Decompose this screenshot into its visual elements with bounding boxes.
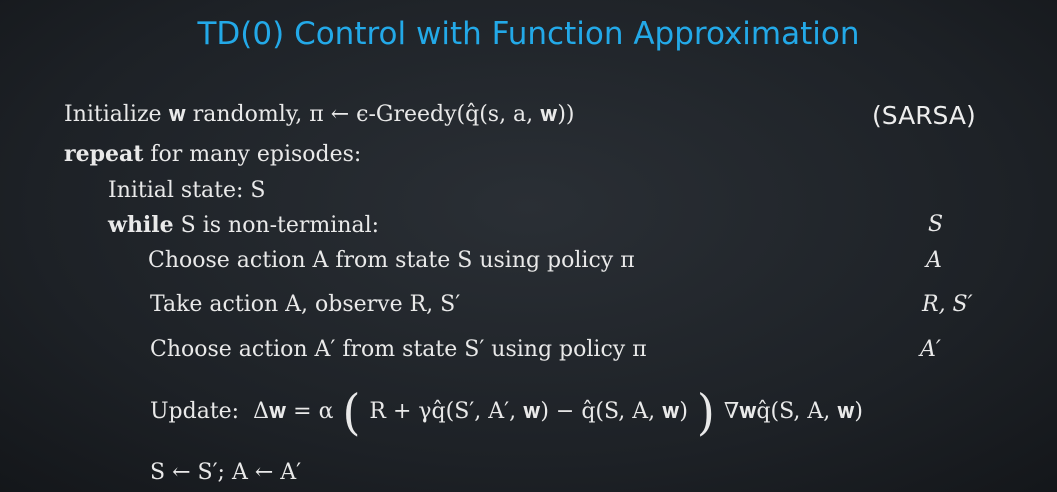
update-inner: R + γq̂(S′, A′, 𝐰) − q̂(S, A, 𝐰) <box>369 399 688 424</box>
update-gradient: ∇𝐰q̂(S, A, 𝐰) <box>723 399 863 424</box>
sarsa-s: S <box>928 212 944 237</box>
init-line: Initialize 𝐰 randomly, π ← ϵ-Greedy(q̂(s… <box>64 102 575 127</box>
repeat-text: for many episodes: <box>143 142 362 167</box>
repeat-line: repeat for many episodes: <box>64 139 361 170</box>
sarsa-r-s-prime: R, S′ <box>922 292 973 317</box>
repeat-keyword: repeat <box>64 141 144 167</box>
choose-action-line: Choose action A from state S using polic… <box>148 248 635 273</box>
while-line: while S is non-terminal: <box>108 210 379 241</box>
assign-line: S ← S′; A ← A′ <box>150 460 302 485</box>
initial-state-line: Initial state: S <box>108 178 266 203</box>
right-paren: ) <box>696 383 715 441</box>
algorithm-name: (SARSA) <box>872 101 976 130</box>
take-action-line: Take action A, observe R, S′ <box>150 292 461 317</box>
update-lhs: Δ𝐰 = α <box>253 399 334 424</box>
slide-title: TD(0) Control with Function Approximatio… <box>197 16 860 52</box>
sarsa-a-prime: A′ <box>920 337 941 362</box>
left-paren: ( <box>342 383 361 441</box>
update-line: Update: Δ𝐰 = α ( R + γq̂(S′, A′, 𝐰) − q̂… <box>150 383 863 441</box>
while-text: S is non-terminal: <box>173 213 380 238</box>
while-keyword: while <box>108 212 174 238</box>
update-label: Update: <box>150 399 240 424</box>
choose-next-line: Choose action A′ from state S′ using pol… <box>150 337 647 362</box>
sarsa-a: A <box>926 248 942 273</box>
